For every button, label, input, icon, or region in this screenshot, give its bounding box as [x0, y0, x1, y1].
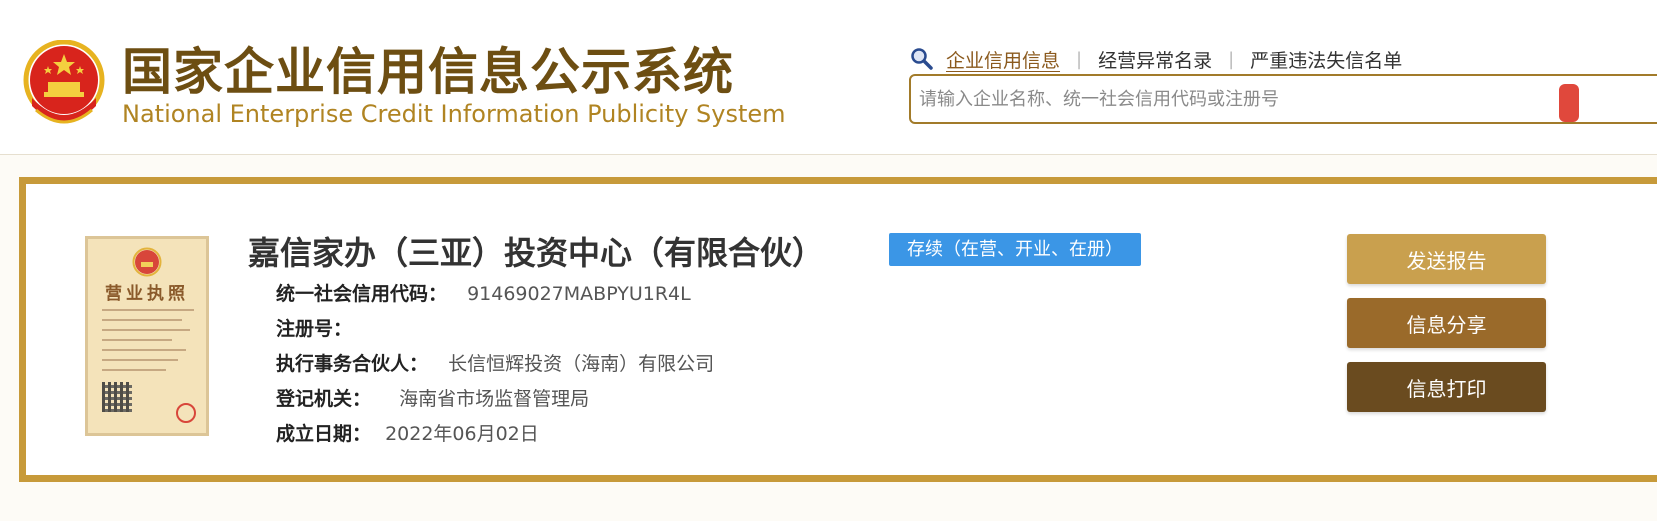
field-label: 登记机关：	[276, 388, 372, 410]
license-qr-code	[102, 382, 132, 412]
site-header: 国家企业信用信息公示系统 National Enterprise Credit …	[0, 0, 1657, 155]
search-box	[909, 74, 1657, 124]
info-row-authority: 登记机关： 海南省市场监督管理局	[276, 384, 589, 411]
print-info-button[interactable]: 信息打印	[1347, 362, 1546, 412]
site-title-en: National Enterprise Credit Information P…	[122, 100, 786, 128]
info-row-reg-number: 注册号：	[276, 314, 352, 341]
nav-credit-info[interactable]: 企业信用信息	[946, 46, 1060, 73]
company-name: 嘉信家办（三亚）投资中心（有限合伙）	[248, 234, 825, 272]
business-license-icon[interactable]: 营业执照	[85, 236, 209, 436]
share-info-button[interactable]: 信息分享	[1347, 298, 1546, 348]
site-title-cn: 国家企业信用信息公示系统	[122, 43, 734, 101]
field-label: 统一社会信用代码：	[276, 283, 448, 305]
field-label: 注册号：	[276, 318, 353, 340]
send-report-button[interactable]: 发送报告	[1347, 234, 1546, 284]
field-value: 长信恒辉投资（海南）有限公司	[448, 353, 715, 375]
nav-separator: |	[1228, 48, 1235, 70]
field-value: 海南省市场监督管理局	[399, 388, 590, 410]
license-seal	[176, 403, 196, 423]
national-emblem-icon	[23, 40, 105, 124]
search-icon[interactable]	[910, 47, 934, 71]
search-input[interactable]	[919, 76, 1549, 122]
license-emblem-icon	[132, 247, 162, 277]
info-row-credit-code: 统一社会信用代码： 91469027MABPYU1R4L	[276, 279, 691, 306]
search-button[interactable]	[1559, 84, 1579, 122]
field-label: 执行事务合伙人：	[276, 353, 429, 375]
nav-separator: |	[1076, 48, 1083, 70]
info-row-founded: 成立日期： 2022年06月02日	[276, 419, 539, 446]
info-row-partner: 执行事务合伙人： 长信恒辉投资（海南）有限公司	[276, 349, 714, 376]
field-value: 91469027MABPYU1R4L	[467, 283, 691, 305]
field-value: 2022年06月02日	[385, 423, 539, 445]
field-label: 成立日期：	[276, 423, 372, 445]
status-badge: 存续（在营、开业、在册）	[889, 233, 1141, 266]
top-nav: 企业信用信息 | 经营异常名录 | 严重违法失信名单	[910, 44, 1402, 74]
nav-dishonest-list[interactable]: 严重违法失信名单	[1250, 46, 1402, 73]
nav-abnormal-list[interactable]: 经营异常名录	[1098, 46, 1212, 73]
license-title: 营业执照	[105, 284, 189, 304]
